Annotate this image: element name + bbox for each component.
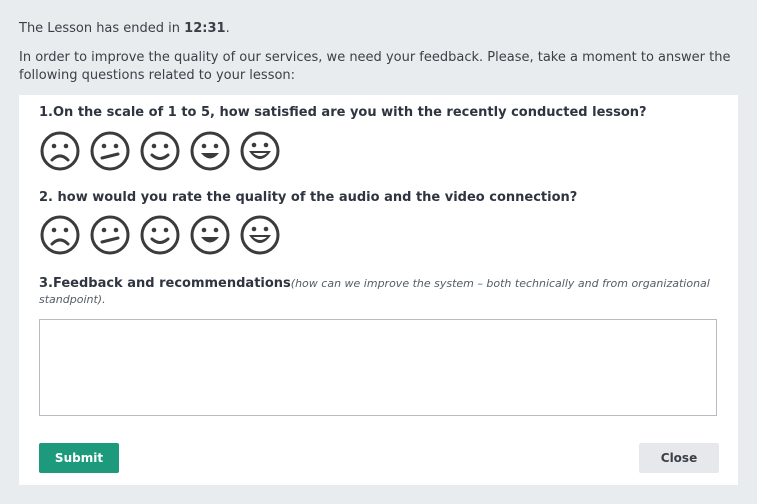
happy-face-icon[interactable] <box>189 130 231 172</box>
rating-group-1 <box>39 130 281 172</box>
submit-button[interactable]: Submit <box>39 443 119 473</box>
lesson-ended-time: 12:31 <box>184 21 226 36</box>
question-3-label: 3.Feedback and recommendations <box>39 276 291 291</box>
very-sad-face-icon[interactable] <box>39 130 81 172</box>
lesson-ended-text: The Lesson has ended in <box>19 21 185 36</box>
neutral-face-icon[interactable] <box>89 130 131 172</box>
question-1: 1.On the scale of 1 to 5, how satisfied … <box>39 105 647 120</box>
smile-face-icon[interactable] <box>139 214 181 256</box>
smile-face-icon[interactable] <box>139 130 181 172</box>
feedback-intro: In order to improve the quality of our s… <box>19 50 731 83</box>
happy-face-icon[interactable] <box>189 214 231 256</box>
question-2: 2. how would you rate the quality of the… <box>39 190 578 205</box>
lesson-ended-suffix: . <box>225 21 230 36</box>
neutral-face-icon[interactable] <box>89 214 131 256</box>
question-3: 3.Feedback and recommendations(how can w… <box>39 276 719 308</box>
rating-group-2 <box>39 214 281 256</box>
very-sad-face-icon[interactable] <box>39 214 81 256</box>
feedback-textarea[interactable] <box>39 319 717 416</box>
questions-panel: 1.On the scale of 1 to 5, how satisfied … <box>19 95 738 485</box>
feedback-dialog: The Lesson has ended in 12:31. In order … <box>0 0 757 504</box>
very-happy-face-icon[interactable] <box>239 214 281 256</box>
close-button[interactable]: Close <box>639 443 719 473</box>
lesson-ended-message: The Lesson has ended in 12:31. <box>19 21 230 36</box>
very-happy-face-icon[interactable] <box>239 130 281 172</box>
